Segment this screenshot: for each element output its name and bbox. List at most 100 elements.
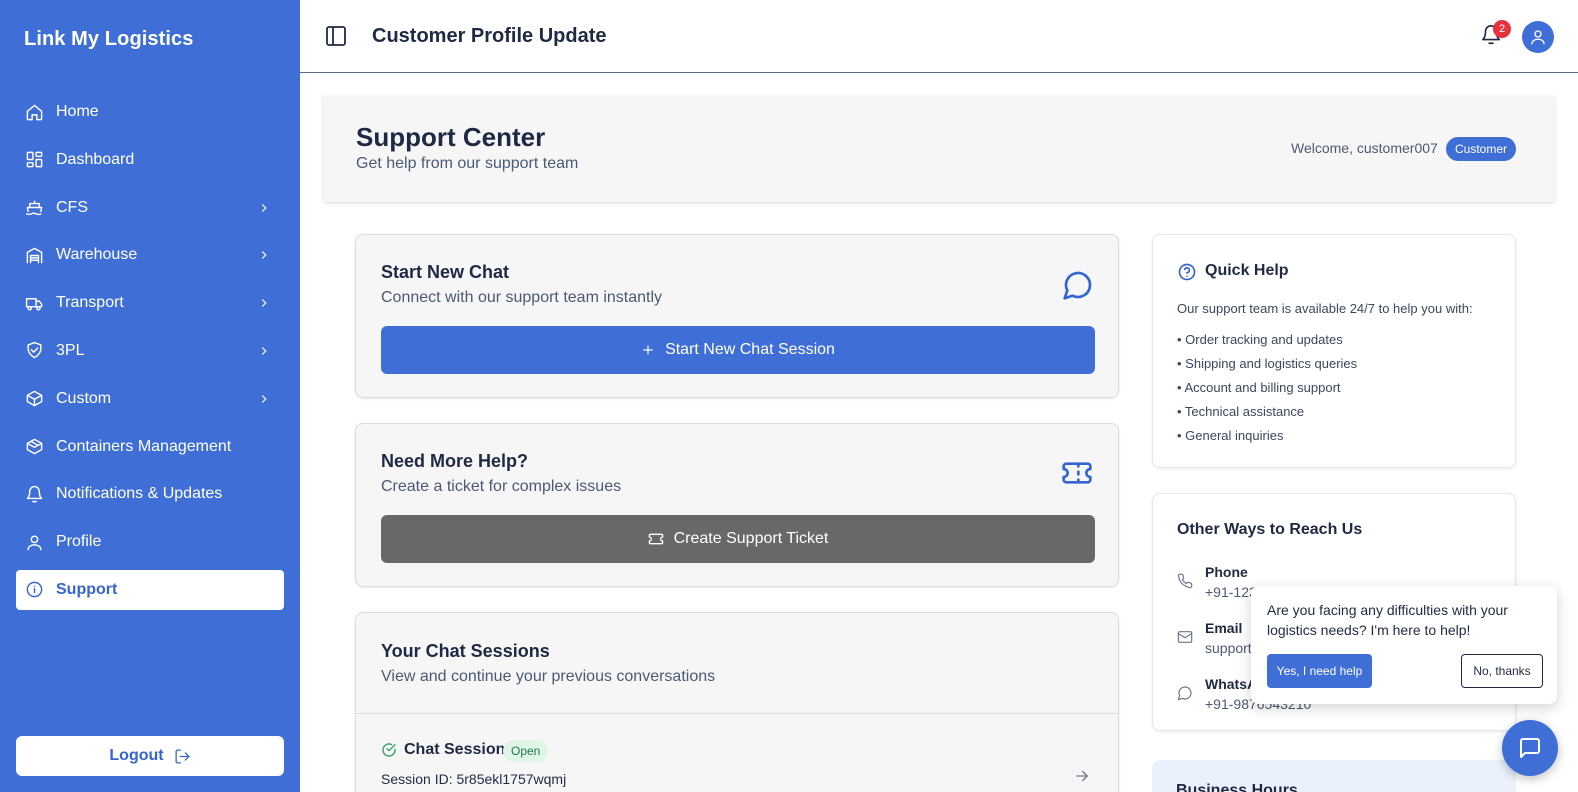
truck-icon <box>24 293 44 313</box>
user-icon <box>1531 30 1545 45</box>
sidebar-toggle-button[interactable] <box>324 24 348 48</box>
check-circle-icon <box>381 742 397 758</box>
logout-button[interactable]: Logout <box>16 736 284 776</box>
sidebar-item-label: Containers Management <box>56 437 232 455</box>
whatsapp-icon <box>1177 685 1193 701</box>
support-title: Support Center <box>356 122 546 152</box>
sidebar-item-dashboard[interactable]: Dashboard <box>16 140 284 180</box>
chat-session-row[interactable]: Chat Session Open Session ID: 5r85ekl175… <box>356 714 1118 792</box>
quick-help-list: • Order tracking and updates • Shipping … <box>1177 332 1357 452</box>
contact-label: Email <box>1205 620 1243 636</box>
chevron-right-icon <box>256 391 272 407</box>
page-title: Customer Profile Update <box>372 25 607 47</box>
list-item: • Account and billing support <box>1177 380 1341 395</box>
brand-logo-text[interactable]: Link My Logistics <box>24 28 194 51</box>
card-title: Business Hours <box>1176 782 1298 792</box>
chevron-right-icon <box>256 247 272 263</box>
sidebar-item-label: Home <box>56 103 99 120</box>
list-item: • Shipping and logistics queries <box>1177 356 1358 371</box>
popup-message: Are you facing any difficulties with you… <box>1267 602 1508 638</box>
sidebar-item-support[interactable]: Support <box>16 569 284 610</box>
no-thanks-button[interactable]: No, thanks <box>1461 654 1543 688</box>
info-icon <box>24 580 44 600</box>
contact-label: Phone <box>1205 564 1248 580</box>
button-label: Start New Chat Session <box>665 341 835 358</box>
button-label: Create Support Ticket <box>673 530 829 547</box>
sidebar-item-transport[interactable]: Transport <box>16 283 284 323</box>
sidebar-item-home[interactable]: Home <box>16 92 284 132</box>
card-subtitle: Connect with our support team instantly <box>381 289 663 306</box>
panel-left-icon <box>326 26 346 46</box>
help-prompt-popup: Are you facing any difficulties with you… <box>1251 586 1557 704</box>
ticket-icon <box>648 533 663 545</box>
quick-help-intro: Our support team is available 24/7 to he… <box>1177 301 1473 316</box>
chevron-right-icon <box>256 200 272 216</box>
package-icon <box>24 389 44 409</box>
chevron-right-icon <box>256 295 272 311</box>
sidebar-item-label: 3PL <box>56 341 85 359</box>
card-title: Start New Chat <box>381 262 510 282</box>
support-center-header: Support Center Get help from our support… <box>323 96 1555 202</box>
chevron-right-icon <box>256 343 272 359</box>
logout-label: Logout <box>109 747 164 764</box>
ship-icon <box>24 198 44 218</box>
sidebar-item-custom[interactable]: Custom <box>16 379 284 419</box>
need-more-help-card: Need More Help? Create a ticket for comp… <box>355 423 1119 587</box>
home-icon <box>24 102 44 122</box>
top-header: Customer Profile Update 2 <box>300 0 1578 73</box>
sidebar-item-profile[interactable]: Profile <box>16 522 284 562</box>
notification-count-badge: 2 <box>1493 20 1511 38</box>
sidebar-item-warehouse[interactable]: Warehouse <box>16 235 284 275</box>
quick-help-card: Quick Help Our support team is available… <box>1152 234 1516 468</box>
card-title: Other Ways to Reach Us <box>1177 521 1363 538</box>
card-title: Your Chat Sessions <box>381 641 550 661</box>
help-circle-icon <box>1177 262 1197 282</box>
sidebar-item-label: Dashboard <box>56 150 135 168</box>
sidebar-item-label: Custom <box>56 389 112 407</box>
yes-need-help-button[interactable]: Yes, I need help <box>1267 654 1372 688</box>
card-title: Need More Help? <box>381 451 529 471</box>
session-id: Session ID: 5r85ekl1757wqmj <box>381 771 567 787</box>
arrow-right-icon <box>1073 767 1091 785</box>
sidebar-item-containers[interactable]: Containers Management <box>16 427 284 467</box>
chat-fab-button[interactable] <box>1502 720 1558 776</box>
create-support-ticket-button[interactable]: Create Support Ticket <box>381 515 1095 563</box>
handshake-icon <box>24 341 44 361</box>
sidebar-item-label: Support <box>56 580 118 598</box>
start-chat-session-button[interactable]: Start New Chat Session <box>381 326 1095 374</box>
sidebar-item-cfs[interactable]: CFS <box>16 188 284 228</box>
support-subtitle: Get help from our support team <box>356 155 579 172</box>
sidebar-item-label: Transport <box>56 294 124 312</box>
card-subtitle: Create a ticket for complex issues <box>381 478 622 495</box>
ticket-icon <box>1061 457 1093 489</box>
logout-icon <box>175 748 190 764</box>
user-icon <box>24 532 44 552</box>
warehouse-icon <box>24 245 44 265</box>
container-icon <box>24 437 44 457</box>
sidebar-item-label: Warehouse <box>56 246 138 264</box>
business-hours-card: Business Hours <box>1152 760 1516 792</box>
list-item: • Order tracking and updates <box>1177 332 1343 347</box>
user-avatar-button[interactable] <box>1522 21 1554 53</box>
phone-icon <box>1177 573 1193 589</box>
card-title: Quick Help <box>1205 262 1289 279</box>
sidebar: Link My Logistics Home Dashboard CFS War… <box>0 0 300 792</box>
sidebar-item-label: Profile <box>56 533 102 551</box>
bell-icon <box>24 484 44 504</box>
message-square-icon <box>1520 738 1540 758</box>
chat-sessions-card: Your Chat Sessions View and continue you… <box>355 612 1119 792</box>
sidebar-item-notifications[interactable]: Notifications & Updates <box>16 474 284 514</box>
plus-icon <box>643 345 653 355</box>
welcome-text: Welcome, customer007 <box>1291 140 1438 156</box>
card-subtitle: View and continue your previous conversa… <box>381 668 716 685</box>
sidebar-nav: Home Dashboard CFS Warehouse Transport 3… <box>16 92 284 618</box>
dashboard-icon <box>24 150 44 170</box>
list-item: • Technical assistance <box>1177 404 1305 419</box>
sidebar-item-3pl[interactable]: 3PL <box>16 331 284 371</box>
status-badge: Open <box>503 740 549 762</box>
list-item: • General inquiries <box>1177 428 1284 443</box>
sidebar-item-label: CFS <box>56 198 88 216</box>
sidebar-item-label: Notifications & Updates <box>56 485 223 503</box>
session-name: Chat Session <box>404 741 506 758</box>
message-circle-icon <box>1062 269 1094 301</box>
